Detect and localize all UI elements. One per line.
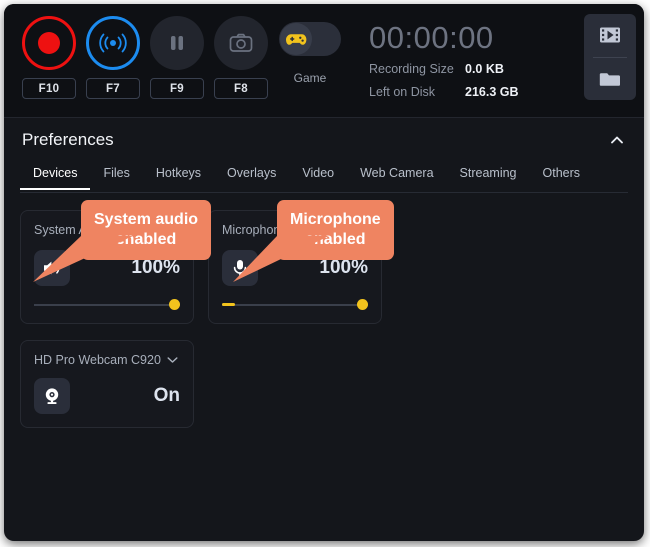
callout-system-audio-enabled: System audio enabled — [33, 200, 212, 282]
left-on-disk-value: 216.3 GB — [465, 85, 519, 99]
webcam-device-selector[interactable]: HD Pro Webcam C920 — [34, 353, 180, 367]
stat-left-on-disk: Left on Disk 216.3 GB — [369, 85, 519, 99]
callout-tail — [233, 236, 329, 282]
record-icon — [38, 32, 60, 54]
webcam-controls: On — [34, 378, 180, 414]
webcam-device-name: HD Pro Webcam C920 — [34, 353, 161, 367]
broadcast-icon — [99, 33, 127, 53]
app-window: F10 F7 F9 F8 Game 00:00:00 Recording Siz… — [4, 4, 644, 541]
recording-size-value: 0.0 KB — [465, 62, 504, 76]
folder-icon — [599, 72, 620, 86]
open-folder-button[interactable] — [584, 58, 636, 101]
stream-hotkey[interactable]: F7 — [86, 78, 140, 99]
screenshot-control: F8 — [212, 16, 270, 99]
film-icon — [600, 27, 620, 43]
chevron-down-icon[interactable] — [167, 356, 178, 364]
record-button[interactable] — [22, 16, 76, 70]
record-control: F10 — [20, 16, 78, 99]
page-title: Preferences — [22, 130, 114, 149]
callout-line1: System audio — [94, 211, 199, 228]
stream-button[interactable] — [86, 16, 140, 70]
stream-control: F7 — [84, 16, 142, 99]
pause-hotkey[interactable]: F9 — [150, 78, 204, 99]
recording-controls: F10 F7 F9 F8 — [20, 16, 270, 99]
tab-files[interactable]: Files — [90, 166, 142, 189]
side-button-panel — [584, 14, 636, 100]
tab-devices[interactable]: Devices — [20, 166, 91, 190]
game-toggle-knob — [280, 23, 312, 55]
top-toolbar: F10 F7 F9 F8 Game 00:00:00 Recording Siz… — [4, 4, 644, 118]
pause-button[interactable] — [150, 16, 204, 70]
stat-recording-size: Recording Size 0.0 KB — [369, 62, 519, 76]
screenshot-button[interactable] — [214, 16, 268, 70]
media-library-button[interactable] — [584, 14, 636, 57]
tab-hotkeys[interactable]: Hotkeys — [143, 166, 214, 189]
callout-line1: Microphone — [290, 211, 381, 228]
chevron-up-icon[interactable] — [608, 131, 626, 149]
tab-overlays[interactable]: Overlays — [214, 166, 289, 189]
game-toggle-group: Game — [279, 22, 341, 85]
pause-icon — [171, 36, 183, 50]
callout-tail — [33, 236, 133, 282]
slider-handle[interactable] — [169, 299, 180, 310]
pause-control: F9 — [148, 16, 206, 99]
record-hotkey[interactable]: F10 — [22, 78, 76, 99]
tab-streaming[interactable]: Streaming — [447, 166, 530, 189]
webcam-icon — [45, 388, 59, 404]
preferences-tabs: Devices Files Hotkeys Overlays Video Web… — [20, 166, 628, 193]
tab-others[interactable]: Others — [530, 166, 594, 189]
left-on-disk-label: Left on Disk — [369, 85, 436, 99]
recording-stats: 00:00:00 Recording Size 0.0 KB Left on D… — [369, 22, 519, 99]
recording-timer: 00:00:00 — [369, 20, 494, 55]
webcam-card: HD Pro Webcam C920 On — [20, 340, 194, 428]
screenshot-hotkey[interactable]: F8 — [214, 78, 268, 99]
tab-video[interactable]: Video — [289, 166, 347, 189]
preferences-header[interactable]: Preferences — [4, 118, 644, 162]
recording-size-label: Recording Size — [369, 62, 454, 76]
game-toggle-label: Game — [293, 71, 327, 85]
webcam-toggle-button[interactable] — [34, 378, 70, 414]
callout-microphone-enabled: Microphone enabled — [233, 200, 394, 282]
webcam-state-value: On — [153, 385, 180, 406]
tab-web-camera[interactable]: Web Camera — [347, 166, 446, 189]
game-toggle[interactable] — [279, 22, 341, 56]
gamepad-icon — [285, 33, 306, 45]
camera-icon — [229, 33, 253, 52]
